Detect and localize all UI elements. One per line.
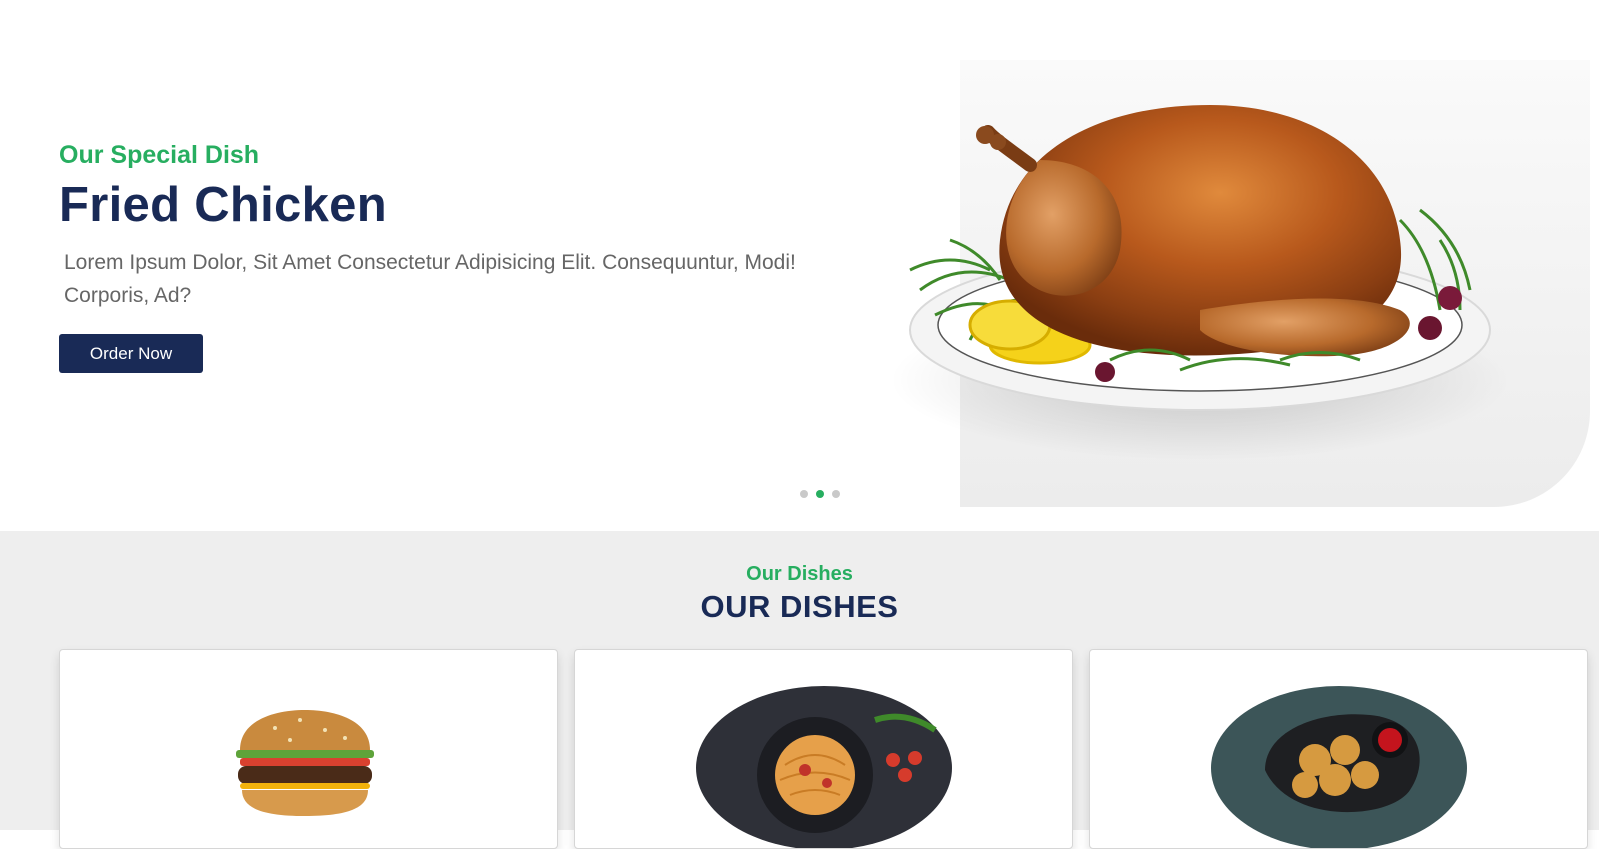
home-slider: Our Special Dish Fried Chicken Lorem Ips…	[0, 0, 1599, 531]
slide-content: Our Special Dish Fried Chicken Lorem Ips…	[59, 140, 819, 373]
dish-card-nuggets[interactable]	[1089, 649, 1588, 849]
order-now-button[interactable]: Order Now	[59, 334, 203, 373]
burger-icon	[236, 710, 374, 816]
slider-dot-1[interactable]	[800, 490, 808, 498]
dish-card-spaghetti[interactable]	[574, 649, 1073, 849]
spaghetti-plate-icon	[696, 686, 952, 848]
slide-title: Fried Chicken	[59, 178, 387, 232]
slider-dot-2[interactable]	[816, 490, 824, 498]
roast-chicken-icon	[890, 105, 1510, 460]
slider-dot-3[interactable]	[832, 490, 840, 498]
slider-pagination	[800, 490, 840, 498]
slide-description: Lorem Ipsum Dolor, Sit Amet Consectetur …	[64, 251, 796, 307]
dishes-title: OUR DISHES	[700, 589, 899, 624]
dishes-section: Our Dishes OUR DISHES	[0, 531, 1599, 849]
dishes-subtitle: Our Dishes	[746, 563, 853, 585]
slide-image	[880, 40, 1590, 507]
chicken-nuggets-plate-icon	[1211, 686, 1467, 848]
dish-card-burger[interactable]	[59, 649, 558, 849]
slide-subtitle: Our Special Dish	[59, 141, 260, 169]
